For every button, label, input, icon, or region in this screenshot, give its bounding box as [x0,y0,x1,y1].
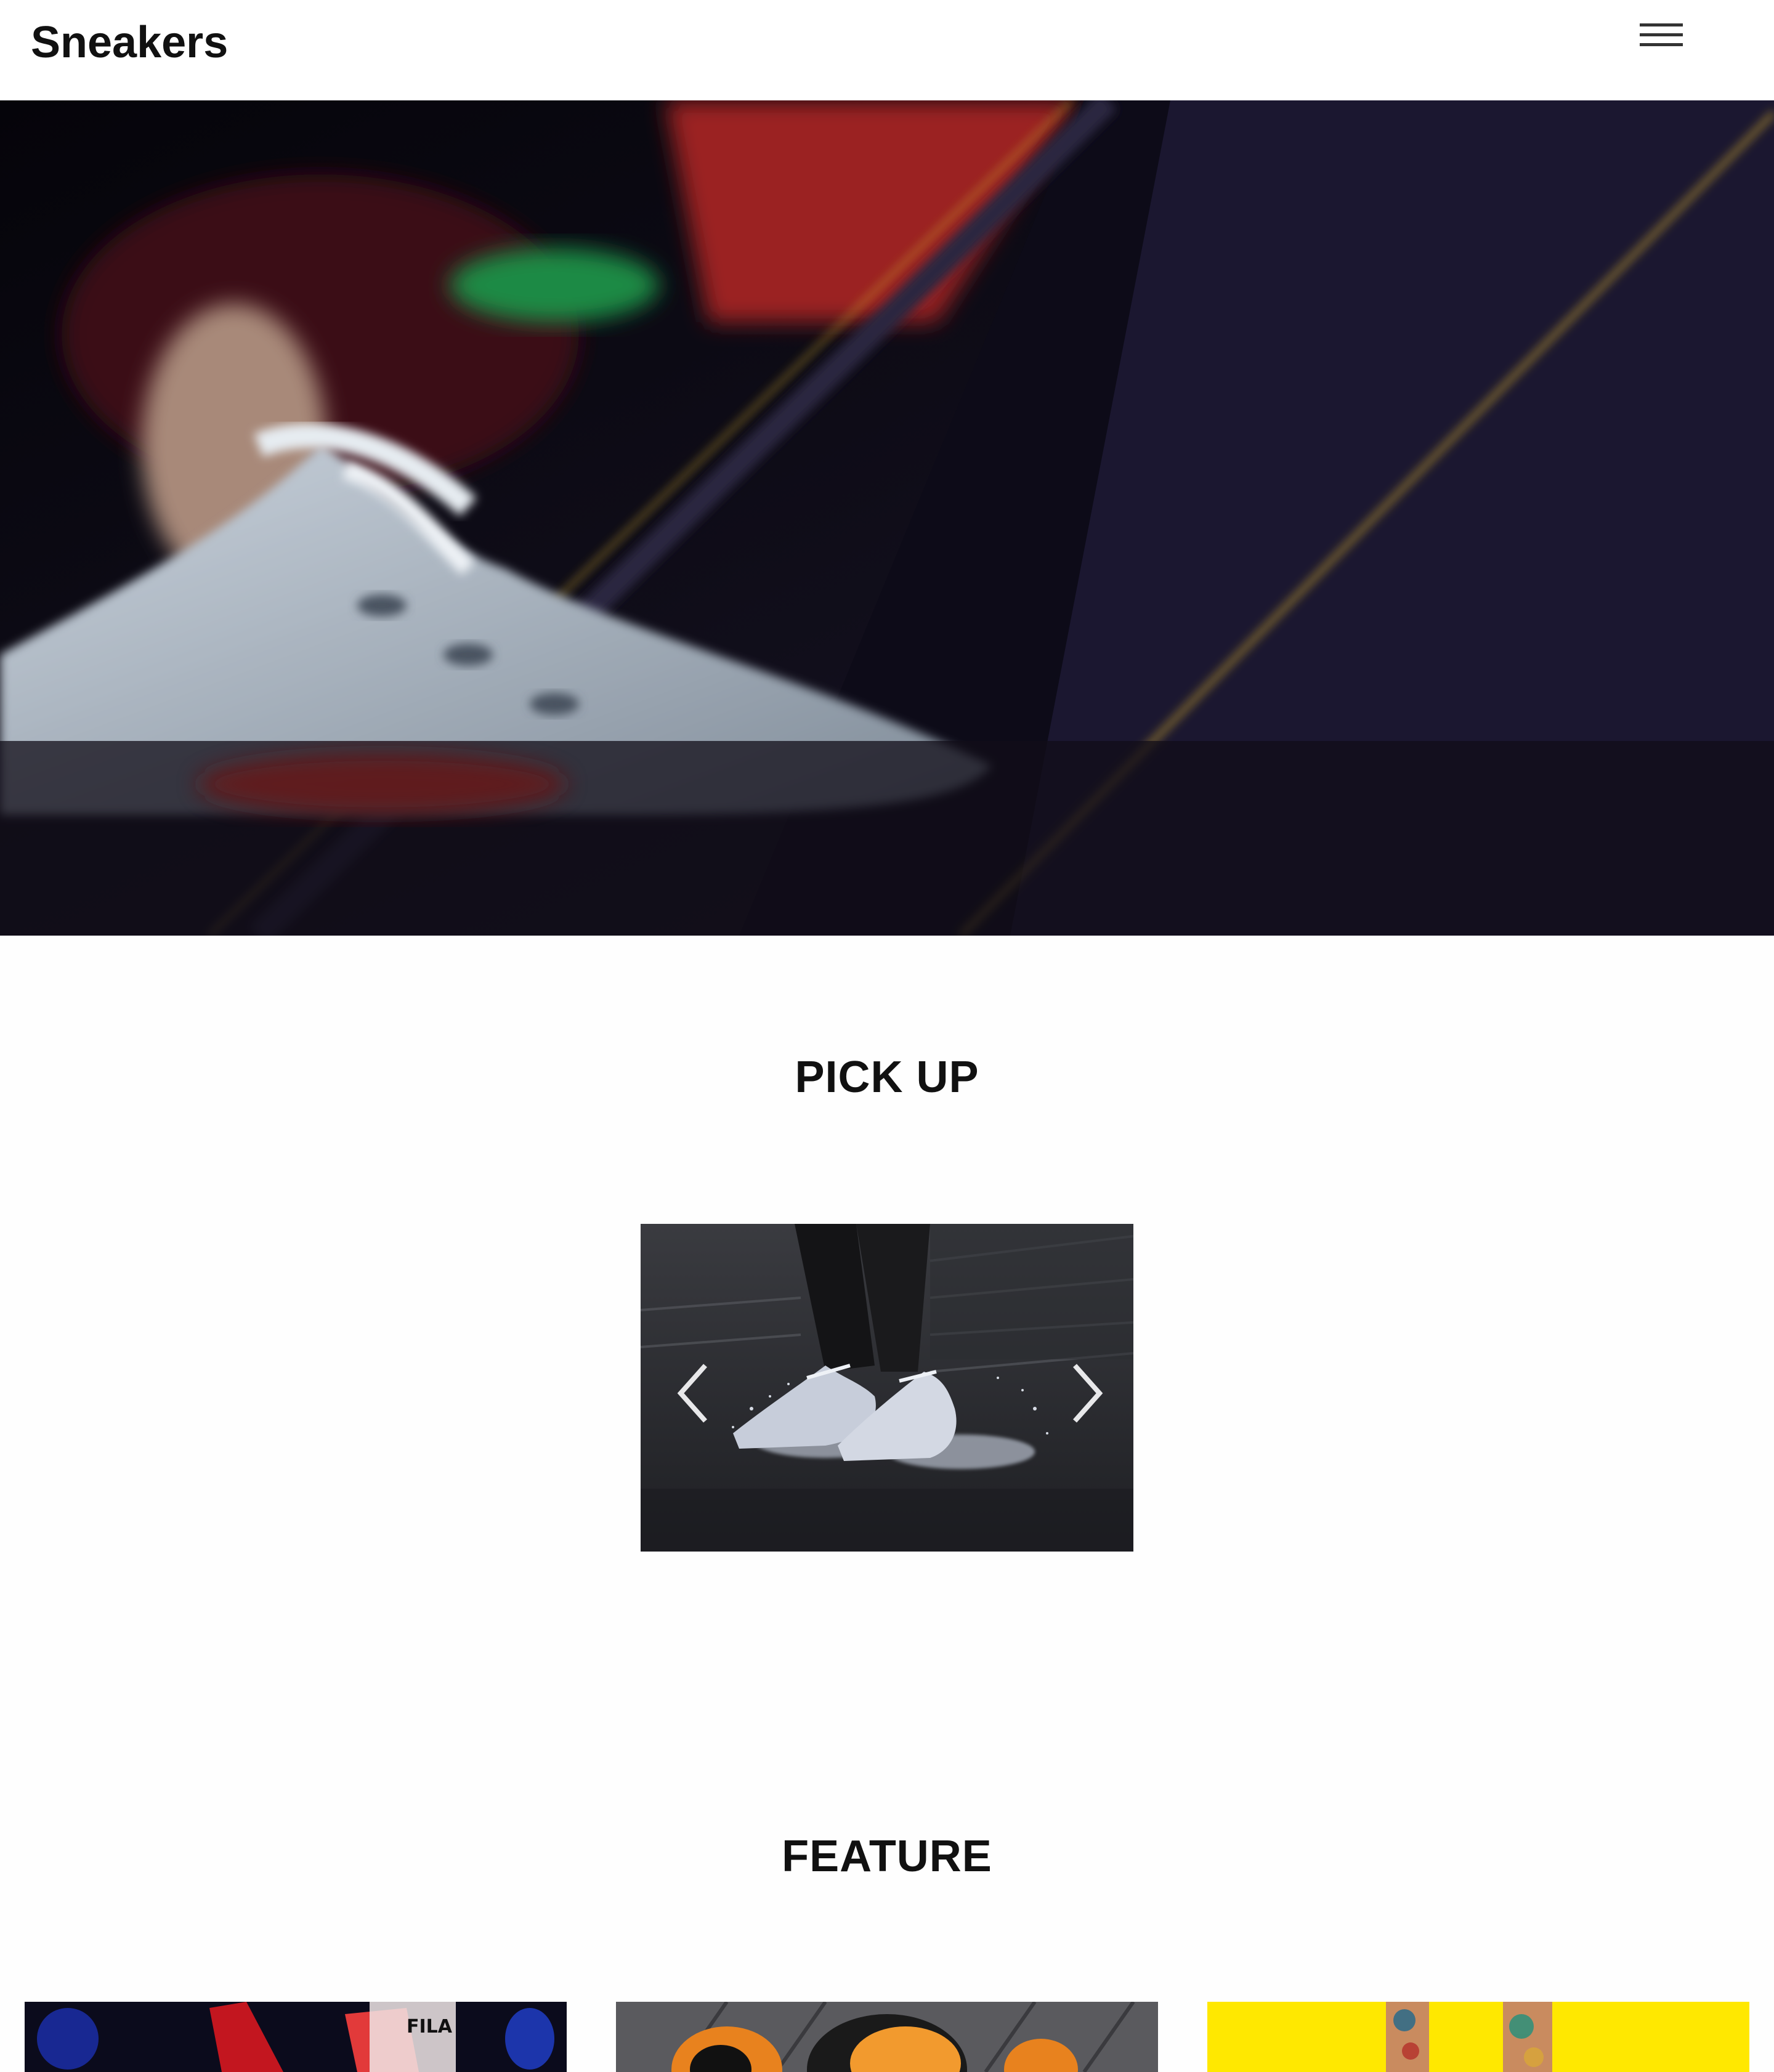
white-sneakers-splash-photo [641,1224,1133,1552]
svg-text:FILA: FILA [407,2016,453,2038]
site-logo[interactable]: Sneakers [31,17,228,68]
site-header: Sneakers [0,0,1774,100]
pickup-title: PICK UP [795,1053,979,1102]
red-fila-sneaker-photo: FILA [25,2002,567,2072]
feature-title: FEATURE [782,1832,992,1881]
tattooed-legs-yellow-photo [1207,2002,1749,2072]
chevron-right-icon[interactable] [1066,1359,1109,1427]
pickup-carousel[interactable] [641,1224,1133,1552]
feature-card[interactable]: FILA [25,2002,567,2072]
orange-sneakers-photo [616,2002,1158,2072]
hero-image [0,100,1774,936]
chevron-left-icon[interactable] [671,1359,715,1427]
feature-card[interactable] [1207,2002,1749,2072]
hamburger-menu-icon[interactable] [1635,18,1687,55]
feature-card[interactable] [616,2002,1158,2072]
sneaker-hero-photo [0,100,1774,936]
